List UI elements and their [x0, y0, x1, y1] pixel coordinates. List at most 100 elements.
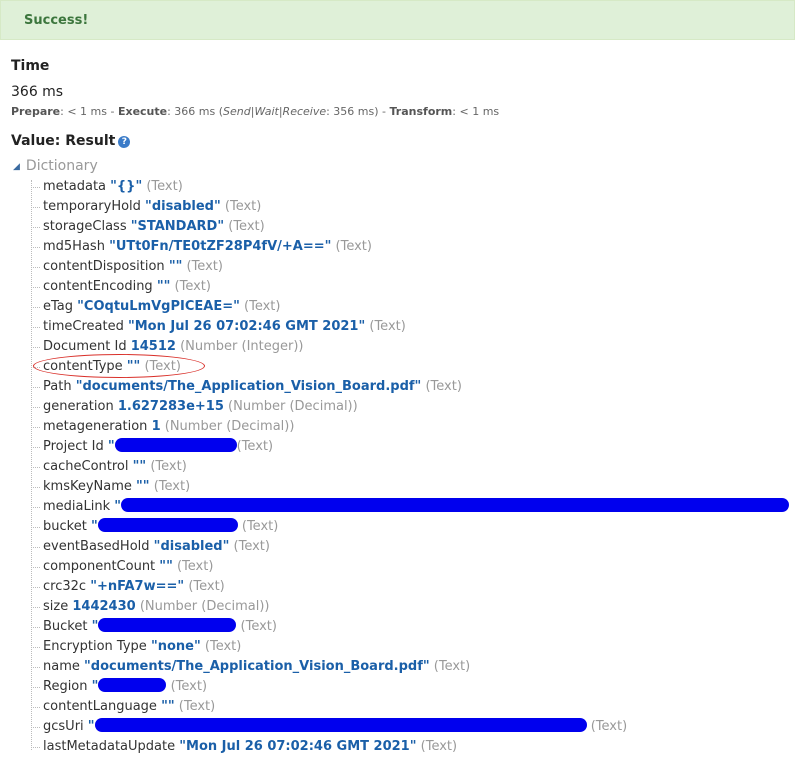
entry-row: eventBasedHold "disabled" (Text)	[30, 537, 789, 557]
entry-row: temporaryHold "disabled" (Text)	[30, 197, 789, 217]
entry-value: "	[114, 499, 122, 514]
time-heading: Time	[11, 58, 50, 74]
entry-key: crc32c	[43, 579, 87, 594]
entry-value: ""	[132, 459, 147, 474]
collapse-triangle-icon[interactable]: ◢	[13, 162, 20, 172]
entry-row: timeCreated "Mon Jul 26 07:02:46 GMT 202…	[30, 317, 789, 337]
entry-value: "COqtuLmVgPICEAE="	[77, 299, 240, 314]
entry-value: "	[107, 439, 115, 454]
time-total: 366 ms	[11, 84, 64, 100]
time-breakdown: Prepare: < 1 ms - Execute: 366 ms (Send|…	[11, 105, 499, 118]
entry-key: generation	[43, 399, 114, 414]
entry-type: (Text)	[590, 719, 628, 734]
transform-label: Transform	[389, 105, 453, 118]
entry-type: (Text)	[425, 379, 462, 394]
redaction-mark	[114, 438, 237, 452]
entry-type: (Number (Decimal))	[164, 419, 295, 434]
entry-type: (Text)	[369, 319, 406, 334]
entry-key: md5Hash	[43, 239, 105, 254]
entry-type: (Text)	[150, 459, 187, 474]
entry-type: (Text)	[433, 659, 471, 674]
entry-key: metageneration	[43, 419, 148, 434]
entry-value: "STANDARD"	[130, 219, 225, 234]
entry-key: contentDisposition	[43, 259, 165, 274]
entry-type: (Text)	[186, 259, 223, 274]
entry-row: md5Hash "UTt0Fn/TE0tZF28P4fV/+A==" (Text…	[30, 237, 789, 257]
entry-row: name "documents/The_Application_Vision_B…	[30, 657, 789, 677]
entry-type: (Text)	[228, 219, 265, 234]
help-icon[interactable]: ?	[118, 136, 131, 148]
entry-row: generation 1.627283e+15 (Number (Decimal…	[30, 397, 789, 417]
execute-detail: Send|Wait|Receive	[223, 105, 327, 118]
entry-key: contentLanguage	[43, 699, 157, 714]
success-banner: Success!	[0, 0, 795, 40]
entry-row: size 1442430 (Number (Decimal))	[30, 597, 789, 617]
entry-row: metageneration 1 (Number (Decimal))	[30, 417, 789, 437]
entry-type: (Text)	[170, 679, 208, 694]
entry-type: (Text)	[236, 439, 274, 454]
entry-value: ""	[168, 259, 183, 274]
entry-row: Document Id 14512 (Number (Integer))	[30, 337, 789, 357]
entry-type: (Text)	[233, 539, 270, 554]
redaction-mark	[98, 678, 167, 692]
entry-value: "	[91, 619, 99, 634]
entry-value: "+nFA7w=="	[90, 579, 185, 594]
entry-type: (Text)	[240, 619, 277, 634]
prepare-value: : < 1 ms -	[60, 105, 118, 118]
redaction-mark	[98, 618, 237, 632]
entry-row: gcsUri " (Text)	[30, 717, 789, 737]
entry-type: (Text)	[178, 699, 216, 714]
entry-row: contentEncoding "" (Text)	[30, 277, 789, 297]
entry-key: contentEncoding	[43, 279, 153, 294]
execute-value: : 366 ms (	[167, 105, 224, 118]
entry-value: "documents/The_Application_Vision_Board.…	[75, 379, 422, 394]
tree-root[interactable]: ◢ Dictionary	[13, 158, 98, 174]
entry-key: storageClass	[43, 219, 127, 234]
entry-type: (Text)	[204, 639, 242, 654]
execute-detail-value: : 356 ms) -	[326, 105, 390, 118]
entry-key: metadata	[43, 179, 107, 194]
entry-type: (Text)	[335, 239, 372, 254]
entry-row: eTag "COqtuLmVgPICEAE=" (Text)	[30, 297, 789, 317]
entry-value: "none"	[150, 639, 201, 654]
entry-key: eTag	[43, 299, 74, 314]
transform-value: : < 1 ms	[452, 105, 500, 118]
entry-row: crc32c "+nFA7w==" (Text)	[30, 577, 789, 597]
entry-value: 1.627283e+15	[117, 399, 224, 414]
entry-type: (Text)	[153, 479, 191, 494]
entry-value: "disabled"	[145, 199, 221, 214]
entry-type: (Text)	[174, 279, 211, 294]
entry-type: (Text)	[146, 179, 183, 194]
entry-type: (Text)	[420, 739, 458, 754]
entry-row: metadata "{}" (Text)	[30, 177, 789, 197]
entry-type: (Number (Integer))	[180, 339, 304, 354]
entry-row: contentDisposition "" (Text)	[30, 257, 789, 277]
entry-key: size	[43, 599, 69, 614]
entry-value: "	[90, 519, 98, 534]
entry-type: (Number (Decimal))	[228, 399, 358, 414]
entry-row: componentCount "" (Text)	[30, 557, 789, 577]
entry-value: 1	[151, 419, 161, 434]
value-heading-text: Value: Result	[11, 133, 116, 149]
entry-row: Path "documents/The_Application_Vision_B…	[30, 377, 789, 397]
entry-key: bucket	[43, 519, 87, 534]
entry-key: Encryption Type	[43, 639, 147, 654]
entry-row: lastMetadataUpdate "Mon Jul 26 07:02:46 …	[30, 737, 789, 757]
entry-key: lastMetadataUpdate	[43, 739, 176, 754]
entry-value: "Mon Jul 26 07:02:46 GMT 2021"	[179, 739, 417, 754]
entry-row: kmsKeyName "" (Text)	[30, 477, 789, 497]
entry-type: (Text)	[241, 519, 279, 534]
tree-guide-line	[31, 180, 33, 750]
entry-key: timeCreated	[43, 319, 124, 334]
entry-key: mediaLink	[43, 499, 111, 514]
entry-value: "UTt0Fn/TE0tZF28P4fV/+A=="	[109, 239, 332, 254]
entry-row: bucket " (Text)	[30, 517, 789, 537]
tree-root-label: Dictionary	[25, 158, 98, 174]
entry-type: (Text)	[224, 199, 262, 214]
success-message: Success!	[24, 13, 89, 28]
entry-value: ""	[161, 699, 175, 714]
entry-key: temporaryHold	[43, 199, 141, 214]
entry-key: name	[43, 659, 80, 674]
entry-key: gcsUri	[43, 719, 84, 734]
entry-value: "{}"	[110, 179, 143, 194]
